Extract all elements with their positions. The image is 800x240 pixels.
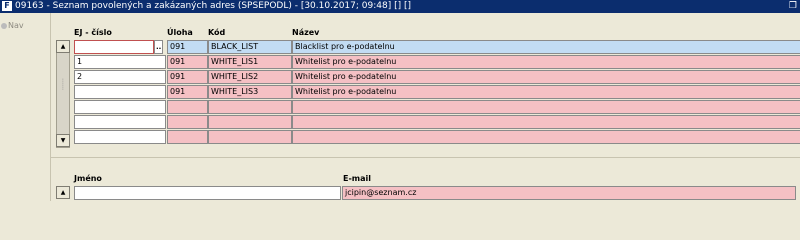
grid-scrollbar[interactable] xyxy=(56,40,70,148)
header-email: E-mail xyxy=(343,174,372,183)
jmeno-field[interactable] xyxy=(74,186,341,200)
uloha-cell[interactable] xyxy=(167,130,208,144)
uloha-cell[interactable]: 091 xyxy=(167,85,208,99)
ej-cell[interactable]: 2 xyxy=(74,70,166,84)
uloha-cell[interactable]: 091 xyxy=(167,55,208,69)
nazev-cell[interactable]: Blacklist pro e-podatelnu xyxy=(292,40,800,54)
window-title: 09163 - Seznam povolených a zakázaných a… xyxy=(15,1,411,11)
header-ej: EJ - číslo xyxy=(74,28,112,37)
header-nazev: Název xyxy=(292,28,320,37)
kod-cell[interactable]: WHITE_LIS1 xyxy=(208,55,292,69)
nazev-cell[interactable] xyxy=(292,100,800,114)
lookup-button[interactable]: ... xyxy=(154,40,163,54)
restore-icon[interactable]: ❐ xyxy=(789,0,797,12)
ej-cell[interactable] xyxy=(74,40,154,54)
drag-grip-icon[interactable]: ⋮ ⋮ xyxy=(60,79,66,91)
header-kod: Kód xyxy=(208,28,226,37)
ej-cell[interactable] xyxy=(74,100,166,114)
nav-button[interactable]: Nav xyxy=(1,21,24,30)
kod-cell[interactable]: WHITE_LIS3 xyxy=(208,85,292,99)
detail-scroll-up-icon[interactable]: ▲ xyxy=(56,186,70,199)
kod-cell[interactable]: BLACK_LIST xyxy=(208,40,292,54)
scroll-up-icon[interactable]: ▲ xyxy=(56,40,70,53)
app-icon: F xyxy=(2,1,12,11)
header-uloha: Úloha xyxy=(167,28,193,37)
section-divider xyxy=(51,157,800,158)
ej-cell[interactable]: 1 xyxy=(74,55,166,69)
ej-cell[interactable] xyxy=(74,130,166,144)
kod-cell[interactable]: WHITE_LIS2 xyxy=(208,70,292,84)
uloha-cell[interactable] xyxy=(167,115,208,129)
kod-cell[interactable] xyxy=(208,115,292,129)
kod-cell[interactable] xyxy=(208,130,292,144)
nazev-cell[interactable]: Whitelist pro e-podatelnu xyxy=(292,70,800,84)
title-bar: F 09163 - Seznam povolených a zakázaných… xyxy=(0,0,800,13)
left-nav-panel: Nav xyxy=(0,13,51,201)
nav-icon xyxy=(1,22,7,29)
nazev-cell[interactable]: Whitelist pro e-podatelnu xyxy=(292,85,800,99)
nazev-cell[interactable] xyxy=(292,130,800,144)
scroll-down-icon[interactable]: ▼ xyxy=(56,134,70,147)
ej-cell[interactable] xyxy=(74,85,166,99)
uloha-cell[interactable]: 091 xyxy=(167,70,208,84)
nazev-cell[interactable]: Whitelist pro e-podatelnu xyxy=(292,55,800,69)
nav-label: Nav xyxy=(8,21,24,30)
header-jmeno: Jméno xyxy=(74,174,102,183)
uloha-cell[interactable] xyxy=(167,100,208,114)
main-panel: EJ - číslo Úloha Kód Název ▲ ⋮⋮ ▼ ... 09… xyxy=(51,13,800,201)
ej-cell[interactable] xyxy=(74,115,166,129)
email-field[interactable]: jcipin@seznam.cz xyxy=(342,186,796,200)
kod-cell[interactable] xyxy=(208,100,292,114)
uloha-cell[interactable]: 091 xyxy=(167,40,208,54)
nazev-cell[interactable] xyxy=(292,115,800,129)
